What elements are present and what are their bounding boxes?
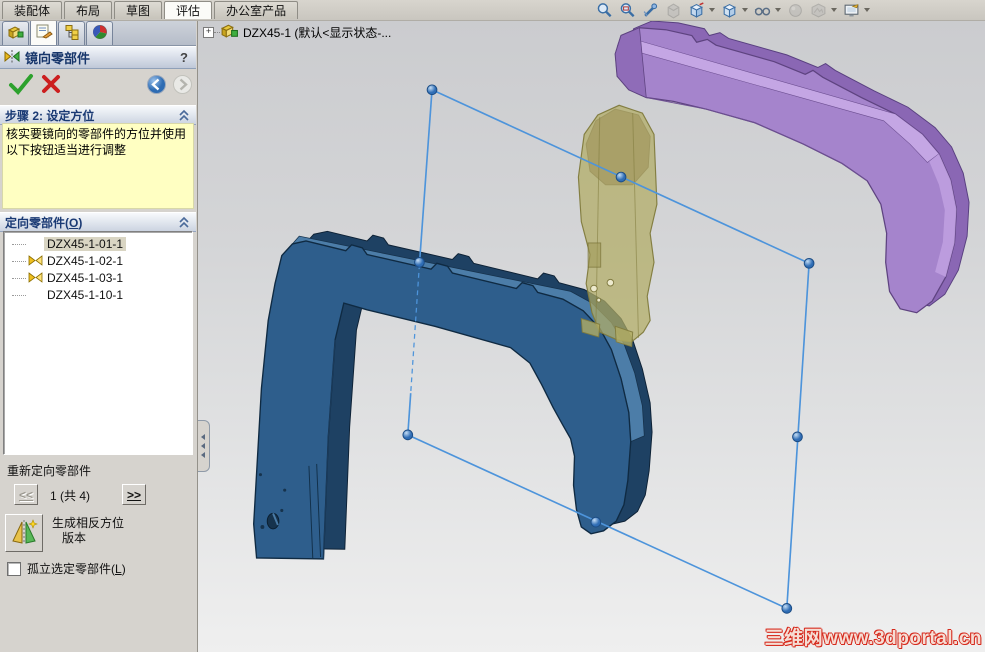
list-item[interactable]: DZX45-1-01-1: [4, 235, 192, 252]
display-style-icon[interactable]: [720, 1, 738, 19]
tab-evaluate[interactable]: 评估: [164, 1, 213, 19]
component-name[interactable]: DZX45-1-03-1: [44, 271, 126, 285]
assembly-tree-item[interactable]: DZX45-1 (默认<显示状态-...: [243, 24, 391, 41]
command-manager-strip: 装配体 布局 草图 评估 办公室产品: [0, 0, 985, 21]
edit-appearance-icon[interactable]: [786, 1, 804, 19]
previous-view-icon[interactable]: [641, 1, 659, 19]
graphics-viewport[interactable]: + DZX45-1 (默认<显示状态-... 三维网www.3dportal.c…: [197, 20, 985, 652]
list-item[interactable]: DZX45-1-03-1: [4, 269, 192, 286]
view-settings-icon[interactable]: [842, 1, 860, 19]
panel-actions: [0, 68, 196, 102]
appearances-sphere-icon: [92, 24, 108, 43]
help-button[interactable]: ?: [180, 50, 188, 65]
step-section-header[interactable]: 步骤 2: 设定方位: [0, 105, 196, 125]
zoom-to-area-icon[interactable]: [618, 1, 636, 19]
tab-assembly[interactable]: 装配体: [2, 1, 63, 19]
back-button[interactable]: [146, 74, 167, 98]
opposite-hand-version-icon: [9, 517, 39, 550]
tab-layout[interactable]: 布局: [64, 1, 113, 19]
isolate-checkbox[interactable]: [7, 561, 21, 576]
watermark: 三维网www.3dportal.cn: [764, 628, 982, 649]
section-view-icon[interactable]: [664, 1, 682, 19]
assembly-icon: [7, 24, 25, 43]
tab-office-products[interactable]: 办公室产品: [214, 1, 299, 19]
collapse-chevron-icon[interactable]: [178, 215, 190, 229]
expand-plus-icon[interactable]: +: [203, 26, 214, 38]
panel-collapse-handle[interactable]: [197, 420, 210, 472]
apply-scene-caret[interactable]: [831, 8, 837, 12]
list-item[interactable]: DZX45-1-10-1: [4, 286, 192, 303]
hide-show-items-caret[interactable]: [775, 8, 781, 12]
assembly-icon: [220, 22, 239, 42]
zoom-to-fit-icon[interactable]: [595, 1, 613, 19]
orient-section-title: 定向零部件(O): [5, 215, 83, 230]
view-orientation-icon[interactable]: [687, 1, 705, 19]
opposite-hand-warning-icon: [26, 271, 44, 285]
next-component-button[interactable]: >>: [122, 484, 146, 505]
list-item[interactable]: DZX45-1-02-1: [4, 252, 192, 269]
opposite-hand-warning-icon: [26, 254, 44, 268]
create-opposite-hand-button[interactable]: [5, 514, 43, 552]
view-orientation-caret[interactable]: [709, 8, 715, 12]
component-counter: 1 (共 4): [50, 489, 91, 503]
panel-title: 镜向零部件: [25, 51, 91, 66]
tab-featuremanager[interactable]: [2, 21, 29, 45]
tab-sketch[interactable]: 草图: [114, 1, 163, 19]
purple-component[interactable]: [614, 20, 970, 314]
mirror-components-icon: [3, 49, 21, 67]
property-manager-panel: 镜向零部件 ? 步骤 2: 设定方位 核实要镜向的零部件的方位并使用 以下按钮适…: [0, 19, 198, 652]
isolate-row: 孤立选定零部件(L): [7, 560, 126, 577]
tab-propertymanager[interactable]: [30, 19, 57, 45]
solidworks-window: 装配体 布局 草图 评估 办公室产品 镜向零部件 ? 步骤 2: 设定方位 核实…: [0, 0, 985, 652]
cancel-button[interactable]: [40, 72, 62, 99]
tab-appearances[interactable]: [86, 21, 113, 45]
component-name[interactable]: DZX45-1-02-1: [44, 254, 126, 268]
isolate-label: 孤立选定零部件(L): [27, 562, 126, 576]
command-tabs: 装配体 布局 草图 评估 办公室产品: [2, 1, 299, 19]
step-message-line2: 以下按钮适当进行调整: [6, 143, 127, 157]
ok-button[interactable]: [8, 72, 34, 99]
component-name[interactable]: DZX45-1-01-1: [44, 236, 127, 251]
step-message-line1: 核实要镜向的零部件的方位并使用: [6, 127, 187, 141]
panel-header: 镜向零部件 ?: [0, 46, 196, 69]
manager-tabs: [0, 19, 196, 46]
flyout-feature-tree[interactable]: + DZX45-1 (默认<显示状态-...: [203, 22, 391, 42]
assembly-scene: [252, 20, 970, 614]
hide-show-items-icon[interactable]: [753, 1, 771, 19]
tab-configurationmanager[interactable]: [58, 21, 85, 45]
step-section-title: 步骤 2: 设定方位: [5, 108, 95, 123]
forward-button[interactable]: [172, 74, 193, 98]
orient-section-header[interactable]: 定向零部件(O): [0, 212, 196, 232]
orient-components-list[interactable]: DZX45-1-01-1 DZX45-1-02-1 DZX45-1-03-1 D…: [3, 231, 193, 455]
reorient-label: 重新定向零部件: [7, 464, 92, 478]
reorient-nav: << 1 (共 4) >>: [0, 484, 196, 508]
apply-scene-icon[interactable]: [809, 1, 827, 19]
configurations-icon: [63, 24, 81, 43]
step-message: 核实要镜向的零部件的方位并使用 以下按钮适当进行调整: [2, 123, 194, 209]
create-opposite-hand-label: 生成相反方位 版本: [52, 516, 125, 545]
collapse-chevron-icon[interactable]: [178, 108, 190, 122]
headsup-view-toolbar: [595, 1, 870, 19]
component-name[interactable]: DZX45-1-10-1: [44, 288, 126, 302]
property-sheet-icon: [35, 23, 53, 42]
view-settings-caret[interactable]: [864, 8, 870, 12]
display-style-caret[interactable]: [742, 8, 748, 12]
previous-component-button[interactable]: <<: [14, 484, 38, 505]
